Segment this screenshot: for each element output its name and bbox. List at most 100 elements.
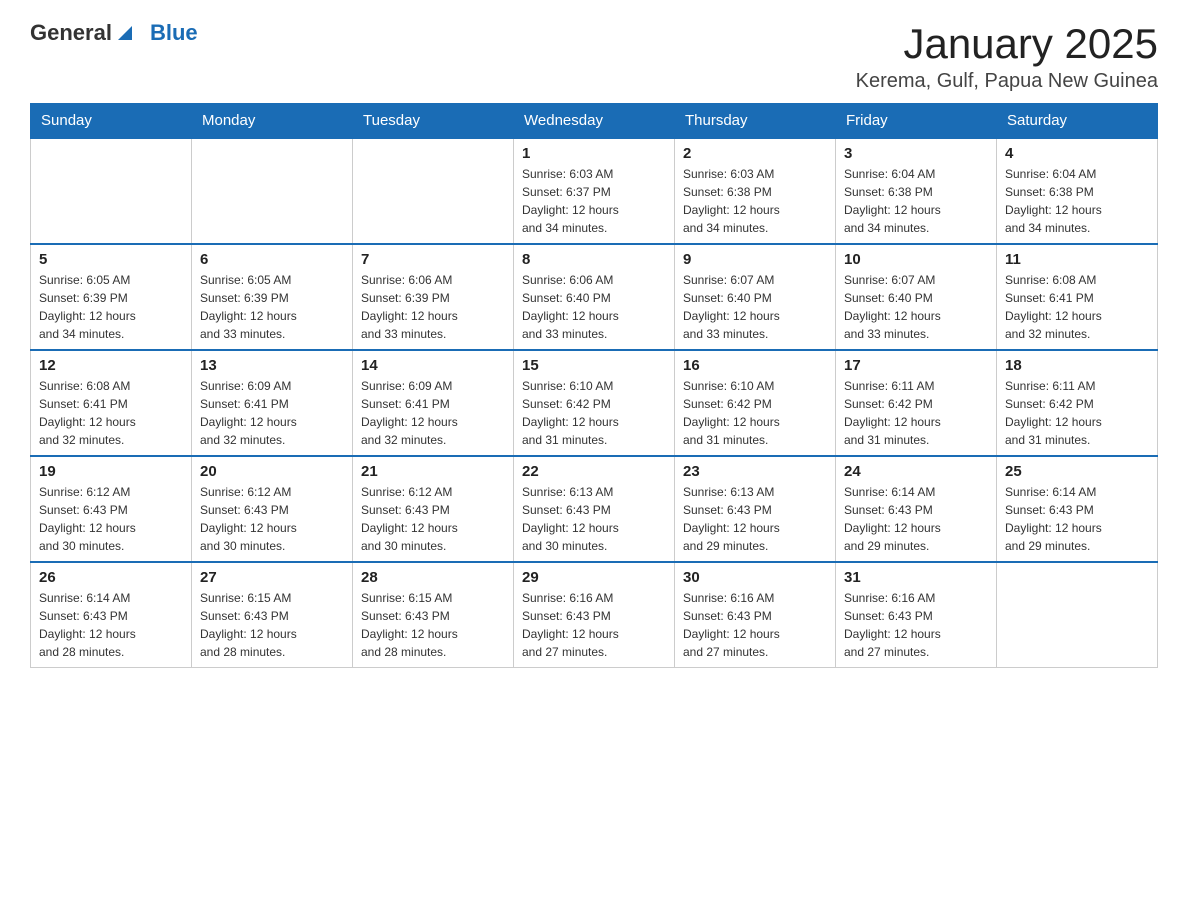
day-info: Sunrise: 6:11 AM Sunset: 6:42 PM Dayligh… [844, 377, 988, 449]
day-cell: 30 Sunrise: 6:16 AM Sunset: 6:43 PM Dayli… [675, 562, 836, 668]
day-number: 8 [522, 251, 666, 268]
day-cell: 15Sunrise: 6:10 AM Sunset: 6:42 PM Dayli… [514, 350, 675, 456]
day-number: 10 [844, 251, 988, 268]
day-cell: 18Sunrise: 6:11 AM Sunset: 6:42 PM Dayli… [997, 350, 1158, 456]
day-info: Sunrise: 6:12 AM Sunset: 6:43 PM Dayligh… [361, 483, 505, 555]
day-number: 14 [361, 357, 505, 374]
day-info: Sunrise: 6:10 AM Sunset: 6:42 PM Dayligh… [683, 377, 827, 449]
logo-general-text: General [30, 20, 112, 46]
day-number: 2 [683, 145, 827, 162]
day-info: Sunrise: 6:05 AM Sunset: 6:39 PM Dayligh… [200, 271, 344, 343]
day-cell: 17Sunrise: 6:11 AM Sunset: 6:42 PM Dayli… [836, 350, 997, 456]
day-cell: 6Sunrise: 6:05 AM Sunset: 6:39 PM Daylig… [192, 244, 353, 350]
day-info: Sunrise: 6:10 AM Sunset: 6:42 PM Dayligh… [522, 377, 666, 449]
day-cell: 13 Sunrise: 6:09 AM Sunset: 6:41 PM Dayli… [192, 350, 353, 456]
day-number: 16 [683, 357, 827, 374]
day-cell: 8 Sunrise: 6:06 AM Sunset: 6:40 PM Daylig… [514, 244, 675, 350]
day-number: 26 [39, 569, 183, 586]
day-cell: 3Sunrise: 6:04 AM Sunset: 6:38 PM Daylig… [836, 138, 997, 244]
calendar-header: SundayMondayTuesdayWednesdayThursdayFrid… [31, 104, 1158, 139]
header-cell-wednesday: Wednesday [514, 104, 675, 139]
day-info: Sunrise: 6:16 AM Sunset: 6:43 PM Dayligh… [683, 589, 827, 661]
day-cell: 5 Sunrise: 6:05 AM Sunset: 6:39 PM Daylig… [31, 244, 192, 350]
day-info: Sunrise: 6:06 AM Sunset: 6:39 PM Dayligh… [361, 271, 505, 343]
day-cell: 9 Sunrise: 6:07 AM Sunset: 6:40 PM Daylig… [675, 244, 836, 350]
day-cell [192, 138, 353, 244]
day-number: 1 [522, 145, 666, 162]
day-number: 24 [844, 463, 988, 480]
day-cell: 11 Sunrise: 6:08 AM Sunset: 6:41 PM Dayli… [997, 244, 1158, 350]
day-number: 19 [39, 463, 183, 480]
day-cell: 20 Sunrise: 6:12 AM Sunset: 6:43 PM Dayli… [192, 456, 353, 562]
day-number: 9 [683, 251, 827, 268]
day-info: Sunrise: 6:12 AM Sunset: 6:43 PM Dayligh… [200, 483, 344, 555]
day-cell: 25Sunrise: 6:14 AM Sunset: 6:43 PM Dayli… [997, 456, 1158, 562]
day-info: Sunrise: 6:07 AM Sunset: 6:40 PM Dayligh… [844, 271, 988, 343]
day-info: Sunrise: 6:04 AM Sunset: 6:38 PM Dayligh… [844, 165, 988, 237]
day-number: 27 [200, 569, 344, 586]
day-cell: 21Sunrise: 6:12 AM Sunset: 6:43 PM Dayli… [353, 456, 514, 562]
day-number: 30 [683, 569, 827, 586]
day-info: Sunrise: 6:14 AM Sunset: 6:43 PM Dayligh… [1005, 483, 1149, 555]
week-row-2: 5 Sunrise: 6:05 AM Sunset: 6:39 PM Daylig… [31, 244, 1158, 350]
header-cell-sunday: Sunday [31, 104, 192, 139]
day-number: 4 [1005, 145, 1149, 162]
day-info: Sunrise: 6:08 AM Sunset: 6:41 PM Dayligh… [1005, 271, 1149, 343]
day-cell: 1 Sunrise: 6:03 AM Sunset: 6:37 PM Daylig… [514, 138, 675, 244]
day-number: 28 [361, 569, 505, 586]
day-info: Sunrise: 6:15 AM Sunset: 6:43 PM Dayligh… [361, 589, 505, 661]
day-cell: 10 Sunrise: 6:07 AM Sunset: 6:40 PM Dayli… [836, 244, 997, 350]
day-cell: 29 Sunrise: 6:16 AM Sunset: 6:43 PM Dayli… [514, 562, 675, 668]
day-number: 5 [39, 251, 183, 268]
day-cell [997, 562, 1158, 668]
header-cell-monday: Monday [192, 104, 353, 139]
day-cell: 7 Sunrise: 6:06 AM Sunset: 6:39 PM Daylig… [353, 244, 514, 350]
day-cell: 4 Sunrise: 6:04 AM Sunset: 6:38 PM Daylig… [997, 138, 1158, 244]
day-info: Sunrise: 6:14 AM Sunset: 6:43 PM Dayligh… [844, 483, 988, 555]
day-info: Sunrise: 6:13 AM Sunset: 6:43 PM Dayligh… [683, 483, 827, 555]
day-info: Sunrise: 6:03 AM Sunset: 6:38 PM Dayligh… [683, 165, 827, 237]
calendar-subtitle: Kerema, Gulf, Papua New Guinea [856, 70, 1158, 93]
week-row-5: 26 Sunrise: 6:14 AM Sunset: 6:43 PM Dayli… [31, 562, 1158, 668]
day-cell: 23 Sunrise: 6:13 AM Sunset: 6:43 PM Dayli… [675, 456, 836, 562]
day-number: 29 [522, 569, 666, 586]
day-info: Sunrise: 6:05 AM Sunset: 6:39 PM Dayligh… [39, 271, 183, 343]
day-cell: 22Sunrise: 6:13 AM Sunset: 6:43 PM Dayli… [514, 456, 675, 562]
day-cell: 24 Sunrise: 6:14 AM Sunset: 6:43 PM Dayli… [836, 456, 997, 562]
calendar-title: January 2025 [856, 20, 1158, 68]
day-number: 22 [522, 463, 666, 480]
day-info: Sunrise: 6:09 AM Sunset: 6:41 PM Dayligh… [200, 377, 344, 449]
day-info: Sunrise: 6:14 AM Sunset: 6:43 PM Dayligh… [39, 589, 183, 661]
logo-triangle-icon [114, 22, 136, 44]
logo-blue-text: Blue [150, 20, 198, 46]
day-cell: 27 Sunrise: 6:15 AM Sunset: 6:43 PM Dayli… [192, 562, 353, 668]
day-number: 7 [361, 251, 505, 268]
header-row: SundayMondayTuesdayWednesdayThursdayFrid… [31, 104, 1158, 139]
header-cell-tuesday: Tuesday [353, 104, 514, 139]
header-cell-friday: Friday [836, 104, 997, 139]
calendar-body: 1 Sunrise: 6:03 AM Sunset: 6:37 PM Daylig… [31, 138, 1158, 668]
day-cell: 28 Sunrise: 6:15 AM Sunset: 6:43 PM Dayli… [353, 562, 514, 668]
day-info: Sunrise: 6:16 AM Sunset: 6:43 PM Dayligh… [522, 589, 666, 661]
day-number: 11 [1005, 251, 1149, 268]
day-cell: 2 Sunrise: 6:03 AM Sunset: 6:38 PM Daylig… [675, 138, 836, 244]
page-header: General Blue January 2025 Kerema, Gulf, … [30, 20, 1158, 93]
day-number: 20 [200, 463, 344, 480]
day-info: Sunrise: 6:07 AM Sunset: 6:40 PM Dayligh… [683, 271, 827, 343]
day-info: Sunrise: 6:08 AM Sunset: 6:41 PM Dayligh… [39, 377, 183, 449]
day-info: Sunrise: 6:16 AM Sunset: 6:43 PM Dayligh… [844, 589, 988, 661]
day-info: Sunrise: 6:03 AM Sunset: 6:37 PM Dayligh… [522, 165, 666, 237]
day-info: Sunrise: 6:06 AM Sunset: 6:40 PM Dayligh… [522, 271, 666, 343]
day-info: Sunrise: 6:04 AM Sunset: 6:38 PM Dayligh… [1005, 165, 1149, 237]
day-cell: 19Sunrise: 6:12 AM Sunset: 6:43 PM Dayli… [31, 456, 192, 562]
header-cell-thursday: Thursday [675, 104, 836, 139]
day-number: 12 [39, 357, 183, 374]
day-number: 23 [683, 463, 827, 480]
day-cell: 31Sunrise: 6:16 AM Sunset: 6:43 PM Dayli… [836, 562, 997, 668]
day-info: Sunrise: 6:15 AM Sunset: 6:43 PM Dayligh… [200, 589, 344, 661]
title-section: January 2025 Kerema, Gulf, Papua New Gui… [856, 20, 1158, 93]
day-cell [353, 138, 514, 244]
day-number: 13 [200, 357, 344, 374]
week-row-1: 1 Sunrise: 6:03 AM Sunset: 6:37 PM Daylig… [31, 138, 1158, 244]
logo: General Blue [30, 20, 198, 46]
